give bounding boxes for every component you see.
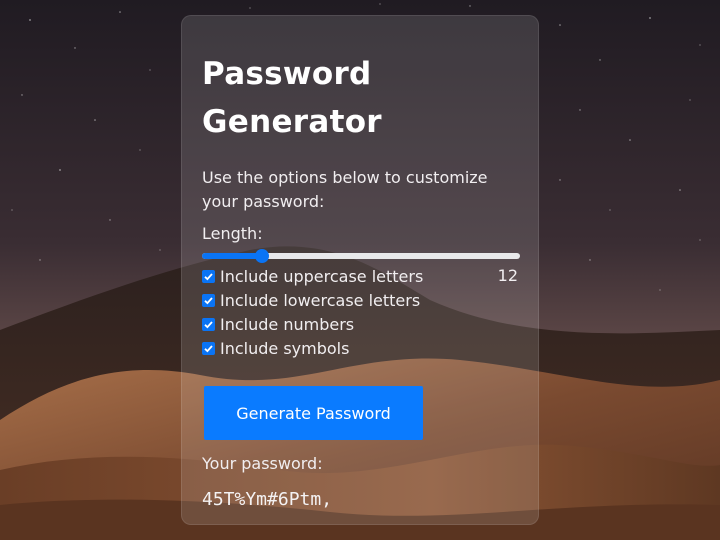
length-label: Length: bbox=[202, 224, 263, 243]
check-icon bbox=[204, 344, 213, 352]
option-label: Include numbers bbox=[220, 314, 355, 334]
slider-fill bbox=[202, 253, 262, 259]
check-icon bbox=[204, 320, 213, 328]
option-uppercase[interactable]: Include uppercase letters 12 bbox=[202, 264, 518, 288]
result-label: Your password: bbox=[202, 454, 323, 473]
generated-password: 45T%Ym#6Ptm, bbox=[202, 489, 333, 510]
checkbox-lowercase[interactable] bbox=[202, 293, 215, 307]
check-icon bbox=[204, 272, 213, 280]
option-lowercase[interactable]: Include lowercase letters bbox=[202, 288, 518, 312]
option-symbols[interactable]: Include symbols bbox=[202, 336, 518, 360]
option-label: Include lowercase letters bbox=[220, 290, 421, 310]
option-numbers[interactable]: Include numbers bbox=[202, 312, 518, 336]
check-icon bbox=[204, 296, 213, 304]
option-label: Include uppercase letters bbox=[220, 266, 424, 286]
checkbox-uppercase[interactable] bbox=[202, 269, 215, 283]
checkbox-numbers[interactable] bbox=[202, 317, 215, 331]
slider-thumb[interactable] bbox=[255, 249, 269, 263]
description-text: Use the options below to customize your … bbox=[202, 168, 488, 211]
length-value: 12 bbox=[497, 266, 518, 285]
page-title: Password Generator bbox=[202, 56, 382, 140]
password-generator-card: Password Generator Use the options below… bbox=[181, 15, 539, 525]
option-label: Include symbols bbox=[220, 338, 350, 358]
length-slider[interactable] bbox=[202, 249, 520, 263]
generate-password-button[interactable]: Generate Password bbox=[204, 386, 423, 440]
checkbox-symbols[interactable] bbox=[202, 341, 215, 355]
